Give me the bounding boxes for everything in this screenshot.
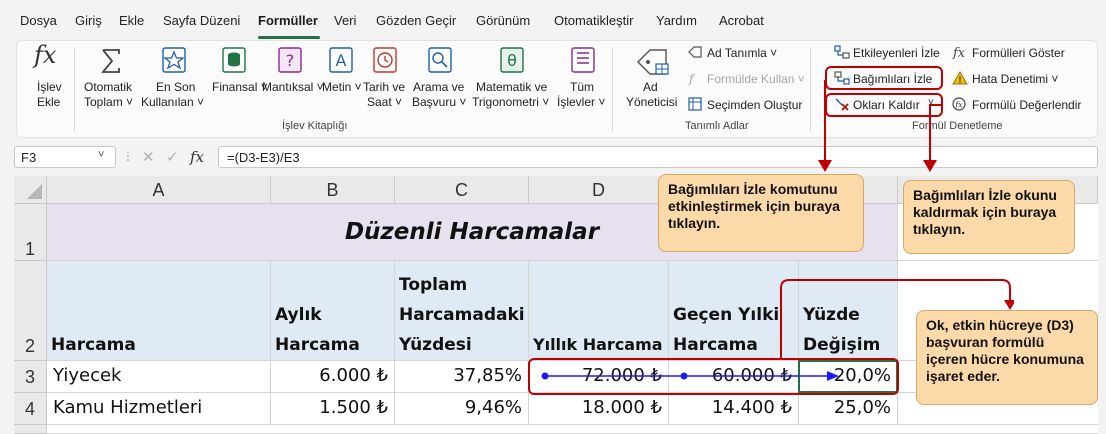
tab-dosya[interactable]: Dosya [20, 13, 57, 28]
svg-text:fx: fx [954, 101, 963, 110]
more-icon: ⋮ [122, 149, 134, 163]
tab-gorunum[interactable]: Görünüm [476, 13, 530, 28]
header-cell-toplam[interactable]: Toplam Harcamadaki Yüzdesi [395, 261, 529, 361]
row-header-4[interactable]: 4 [14, 393, 47, 425]
separator [74, 48, 75, 132]
trace-dependents-arrow [541, 371, 839, 381]
svg-text:?: ? [286, 51, 295, 70]
tab-sayfa-duzeni[interactable]: Sayfa Düzeni [163, 13, 240, 28]
tab-otomatiklestir[interactable]: Otomatikleştir [554, 13, 633, 28]
active-tab-indicator [258, 36, 320, 39]
cell-a4[interactable]: Kamu Hizmetleri [47, 393, 271, 425]
cancel-icon[interactable]: ✕ [142, 148, 155, 166]
tab-giris[interactable]: Giriş [75, 13, 102, 28]
name-tag-icon [637, 49, 669, 75]
show-formulas-icon: ƒx [952, 46, 966, 59]
svg-text:θ: θ [507, 51, 517, 70]
selection-grid-icon [688, 97, 702, 111]
warning-icon: ! [952, 71, 968, 85]
row-header-3[interactable]: 3 [14, 361, 47, 393]
tab-veri[interactable]: Veri [334, 13, 356, 28]
tab-ekle[interactable]: Ekle [119, 13, 144, 28]
row-header-1[interactable]: 1 [14, 204, 47, 261]
column-header-b[interactable]: B [271, 176, 395, 204]
name-box-chevron-icon[interactable]: ˅ [98, 149, 104, 161]
callout-arrow-explanation: Ok, etkin hücreye (D3) başvuran formülü … [916, 310, 1098, 405]
formula-icon: ƒ [688, 72, 696, 85]
callout-remove-arrows: Bağımlıları İzle okunu kaldırmak için bu… [903, 180, 1075, 254]
corner-triangle-icon [27, 184, 42, 199]
row-header-2[interactable]: 2 [14, 261, 47, 361]
lookup-icon [428, 47, 452, 73]
group-label-defined-names: Tanımlı Adlar [685, 120, 749, 132]
coins-icon [222, 47, 246, 73]
cell-a3[interactable]: Yiyecek [47, 361, 271, 393]
function-icon: fx [34, 41, 57, 69]
evaluate-formula-icon: fx [952, 97, 966, 111]
formula-input[interactable]: =(D3-E3)/E3 [218, 146, 1098, 168]
books-icon [571, 47, 595, 73]
enter-icon[interactable]: ✓ [166, 148, 179, 166]
svg-text:A: A [336, 51, 347, 70]
cell-b3[interactable]: 6.000 ₺ [271, 361, 395, 393]
menu-bar: Dosya Giriş Ekle Sayfa Düzeni Formüller … [0, 0, 1106, 44]
star-icon [162, 47, 186, 73]
row-header-5[interactable] [14, 425, 47, 434]
callout-pointer-arrows [818, 80, 943, 172]
column-header-c[interactable]: C [395, 176, 529, 204]
tab-formuller[interactable]: Formüller [258, 13, 318, 28]
clock-icon [373, 47, 397, 73]
cell-b4[interactable]: 1.500 ₺ [271, 393, 395, 425]
question-icon: ? [278, 47, 302, 73]
sigma-icon [101, 49, 120, 73]
cell-c4[interactable]: 9,46% [395, 393, 529, 425]
tag-icon [688, 46, 702, 58]
row-5-cells[interactable] [47, 425, 1098, 434]
insert-function-icon[interactable]: fx [190, 148, 204, 166]
cell-e4[interactable]: 14.400 ₺ [669, 393, 799, 425]
svg-text:!: ! [959, 75, 962, 85]
header-cell-aylik[interactable]: Aylık Harcama [271, 261, 395, 361]
column-header-d[interactable]: D [529, 176, 669, 204]
tab-acrobat[interactable]: Acrobat [719, 13, 764, 28]
cell-c3[interactable]: 37,85% [395, 361, 529, 393]
header-cell-harcama[interactable]: Harcama [47, 261, 271, 361]
trace-precedents-icon [834, 45, 850, 59]
cell-f4[interactable]: 25,0% [799, 393, 898, 425]
separator [612, 48, 613, 132]
column-header-a[interactable]: A [47, 176, 271, 204]
cell-d4[interactable]: 18.000 ₺ [529, 393, 669, 425]
select-all-corner[interactable] [14, 176, 47, 204]
group-label-function-library: İşlev Kitaplığı [282, 120, 348, 132]
svg-text:ƒx: ƒx [952, 46, 966, 59]
theta-icon: θ [500, 47, 524, 73]
svg-text:ƒ: ƒ [688, 72, 696, 85]
header-cell-yillik[interactable]: Yıllık Harcama [529, 261, 669, 361]
tab-gozden-gecir[interactable]: Gözden Geçir [376, 13, 456, 28]
text-a-icon: A [329, 47, 353, 73]
tab-yardim[interactable]: Yardım [656, 13, 697, 28]
callout-trace-dependents: Bağımlıları İzle komutunu etkinleştirmek… [658, 174, 864, 252]
